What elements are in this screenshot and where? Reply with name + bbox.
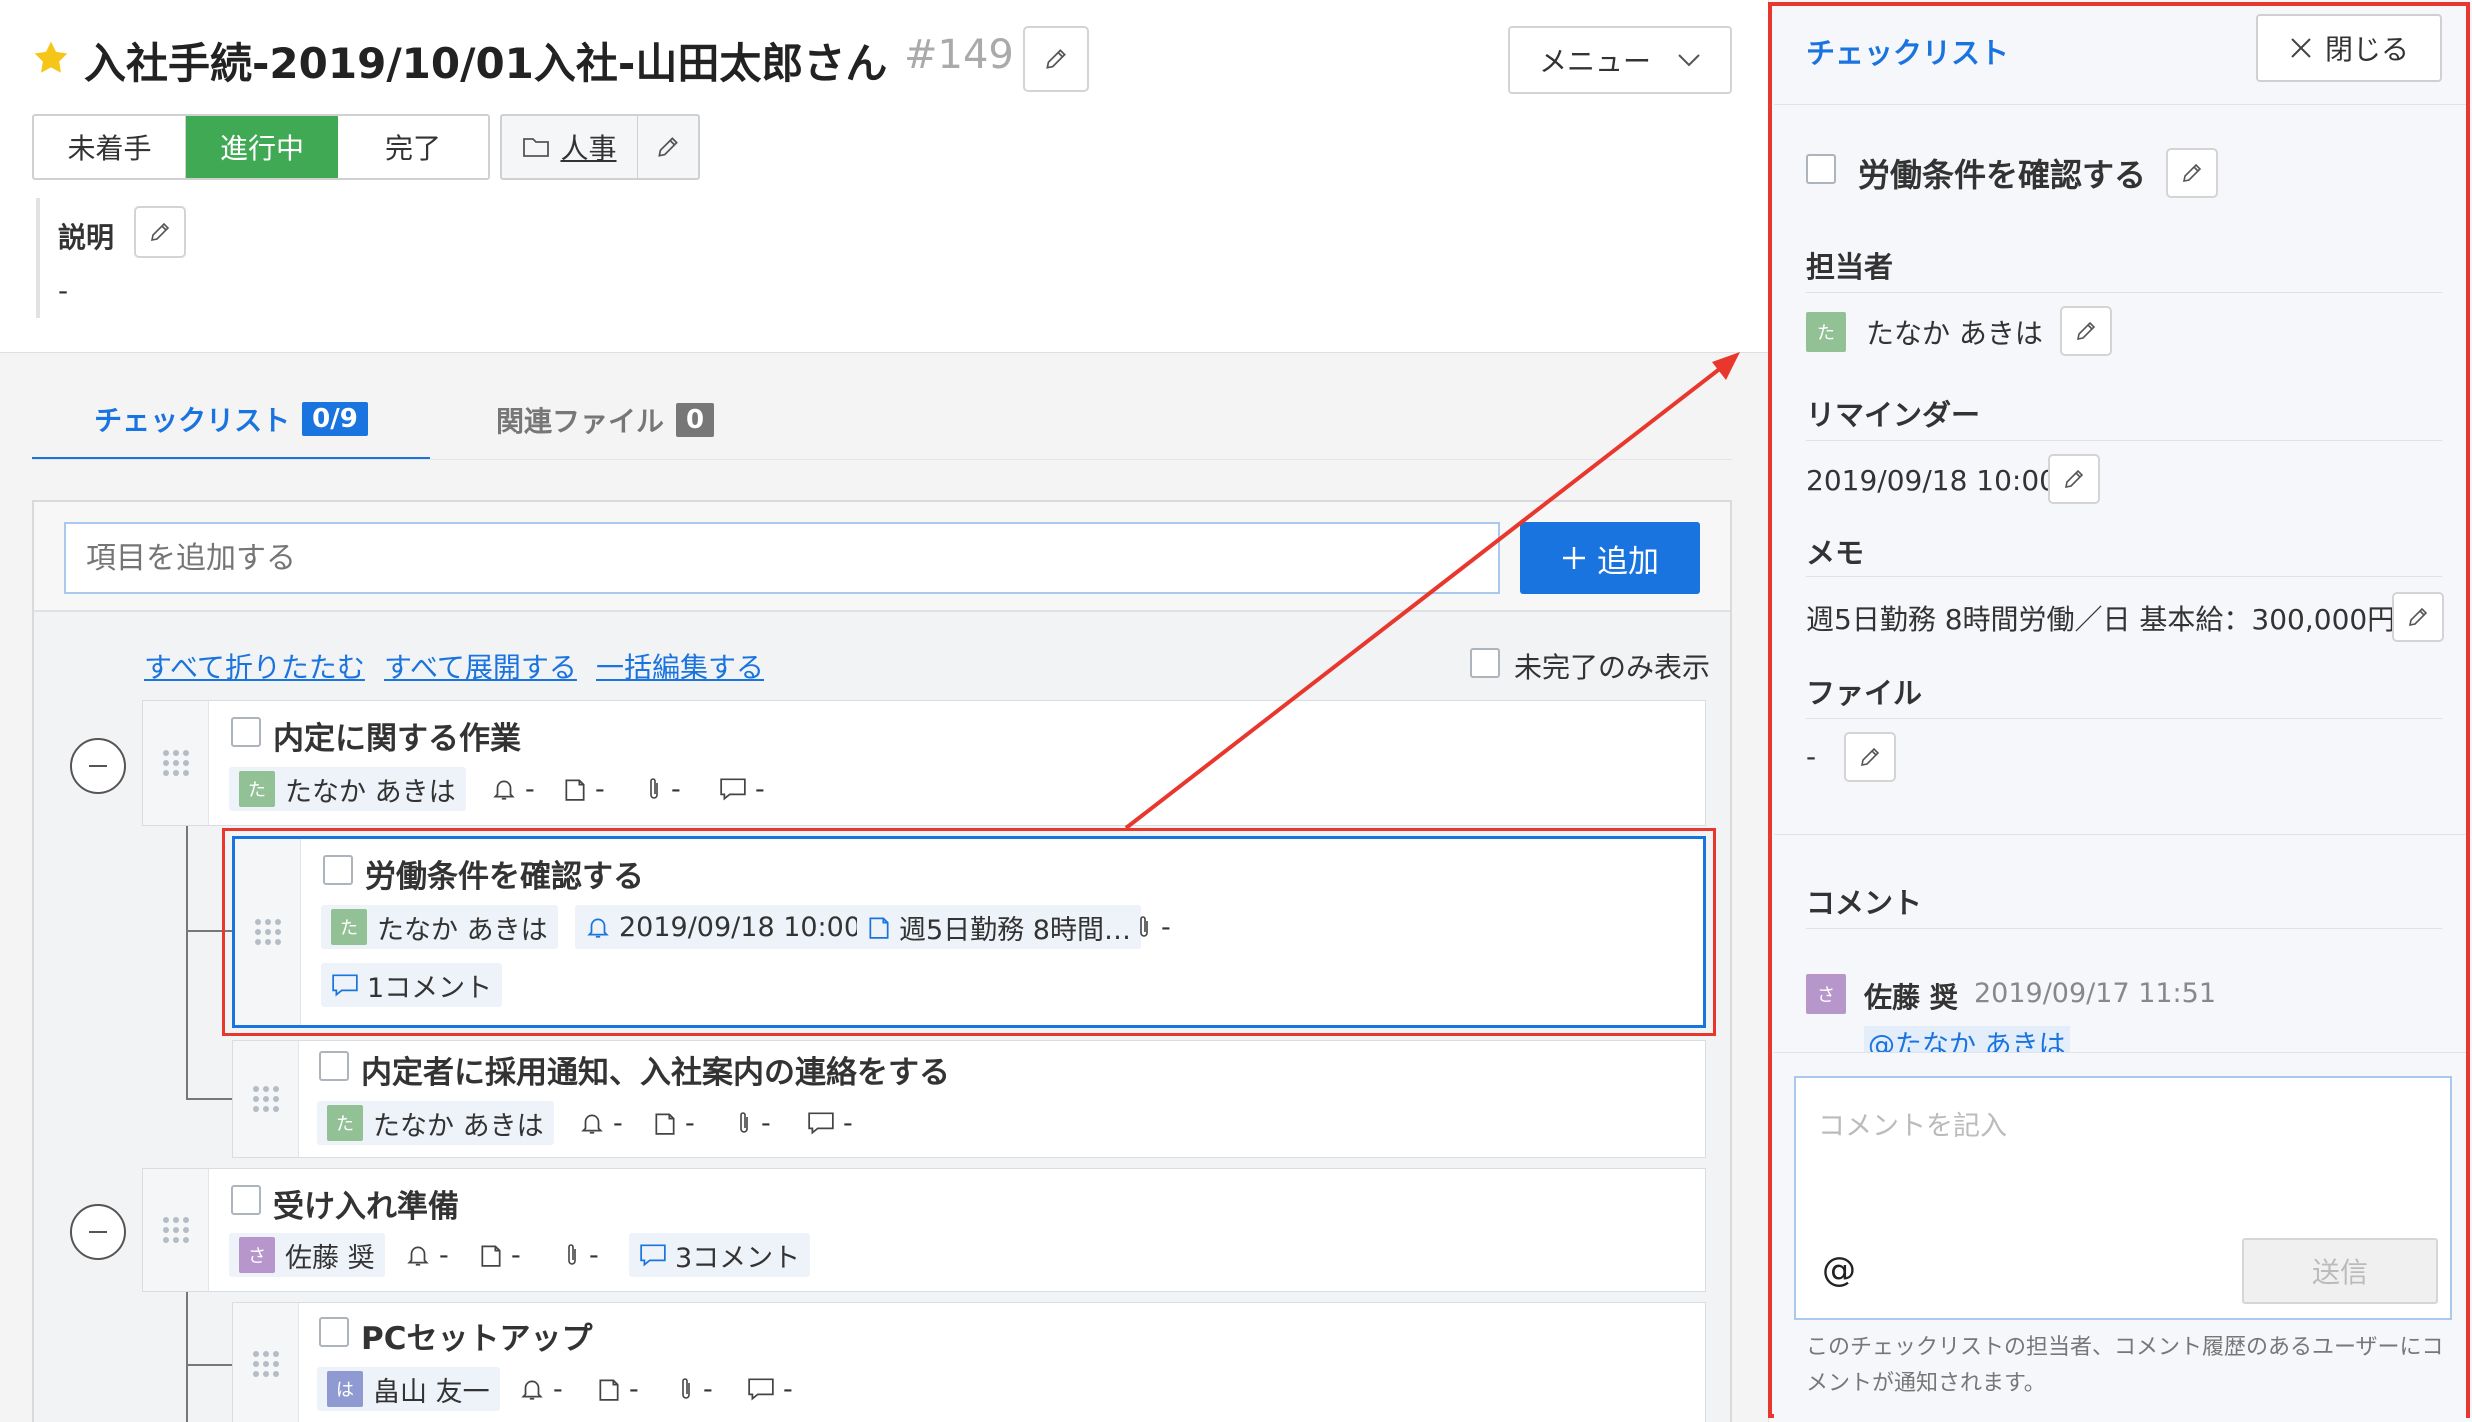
panel-item-checkbox[interactable] <box>1806 154 1836 184</box>
edit-assignee-button[interactable] <box>2060 306 2112 356</box>
comment-input[interactable]: コメントを記入 @ 送信 <box>1794 1076 2452 1320</box>
send-button[interactable]: 送信 <box>2242 1238 2438 1304</box>
comment-mention[interactable]: @たなか あきは <box>1864 1026 2070 1052</box>
edit-reminder-button[interactable] <box>2048 454 2100 504</box>
edit-memo-button[interactable] <box>2392 592 2444 642</box>
assignee-label: 担当者 <box>1806 250 1894 284</box>
comment-divider <box>1806 928 2442 929</box>
panel-item-title: 労働条件を確認する <box>1858 156 2147 194</box>
edit-item-title-button[interactable] <box>2166 148 2218 198</box>
reminder-divider <box>1806 440 2442 441</box>
memo-value: 週5日勤務 8時間労働／日 基本給：300,000円 <box>1806 603 2396 636</box>
mention-button[interactable]: @ <box>1822 1250 1856 1290</box>
comment-time: 2019/09/17 11:51 <box>1974 978 2217 1009</box>
reminder-value: 2019/09/18 10:00 <box>1806 464 2057 497</box>
assignee-name: たなか あきは <box>1866 317 2043 350</box>
comment-placeholder: コメントを記入 <box>1818 1111 2007 1142</box>
edit-file-button[interactable] <box>1844 732 1896 782</box>
memo-label: メモ <box>1806 536 1865 570</box>
panel-heading: チェックリスト <box>1806 36 2010 70</box>
file-divider <box>1806 718 2442 719</box>
comment-author: 佐藤 奨 <box>1864 981 1958 1014</box>
avatar: さ <box>1806 974 1846 1014</box>
close-panel-button[interactable]: 閉じる <box>2256 14 2442 82</box>
pencil-icon <box>2064 469 2084 489</box>
close-icon <box>2291 38 2311 58</box>
section-divider <box>1774 834 2466 835</box>
pencil-icon <box>1860 747 1880 767</box>
pencil-icon <box>2182 163 2202 183</box>
avatar: た <box>1806 312 1846 352</box>
file-label: ファイル <box>1806 676 1923 710</box>
assignee-divider <box>1806 292 2442 293</box>
panel-header-divider <box>1774 104 2466 105</box>
reminder-label: リマインダー <box>1806 398 1981 432</box>
memo-divider <box>1806 576 2442 577</box>
notification-notice: このチェックリストの担当者、コメント履歴のあるユーザーにコメントが通知されます。 <box>1806 1335 2444 1396</box>
comment-label: コメント <box>1806 886 1923 920</box>
pencil-icon <box>2076 321 2096 341</box>
pencil-icon <box>2408 607 2428 627</box>
file-value: - <box>1806 740 1817 773</box>
